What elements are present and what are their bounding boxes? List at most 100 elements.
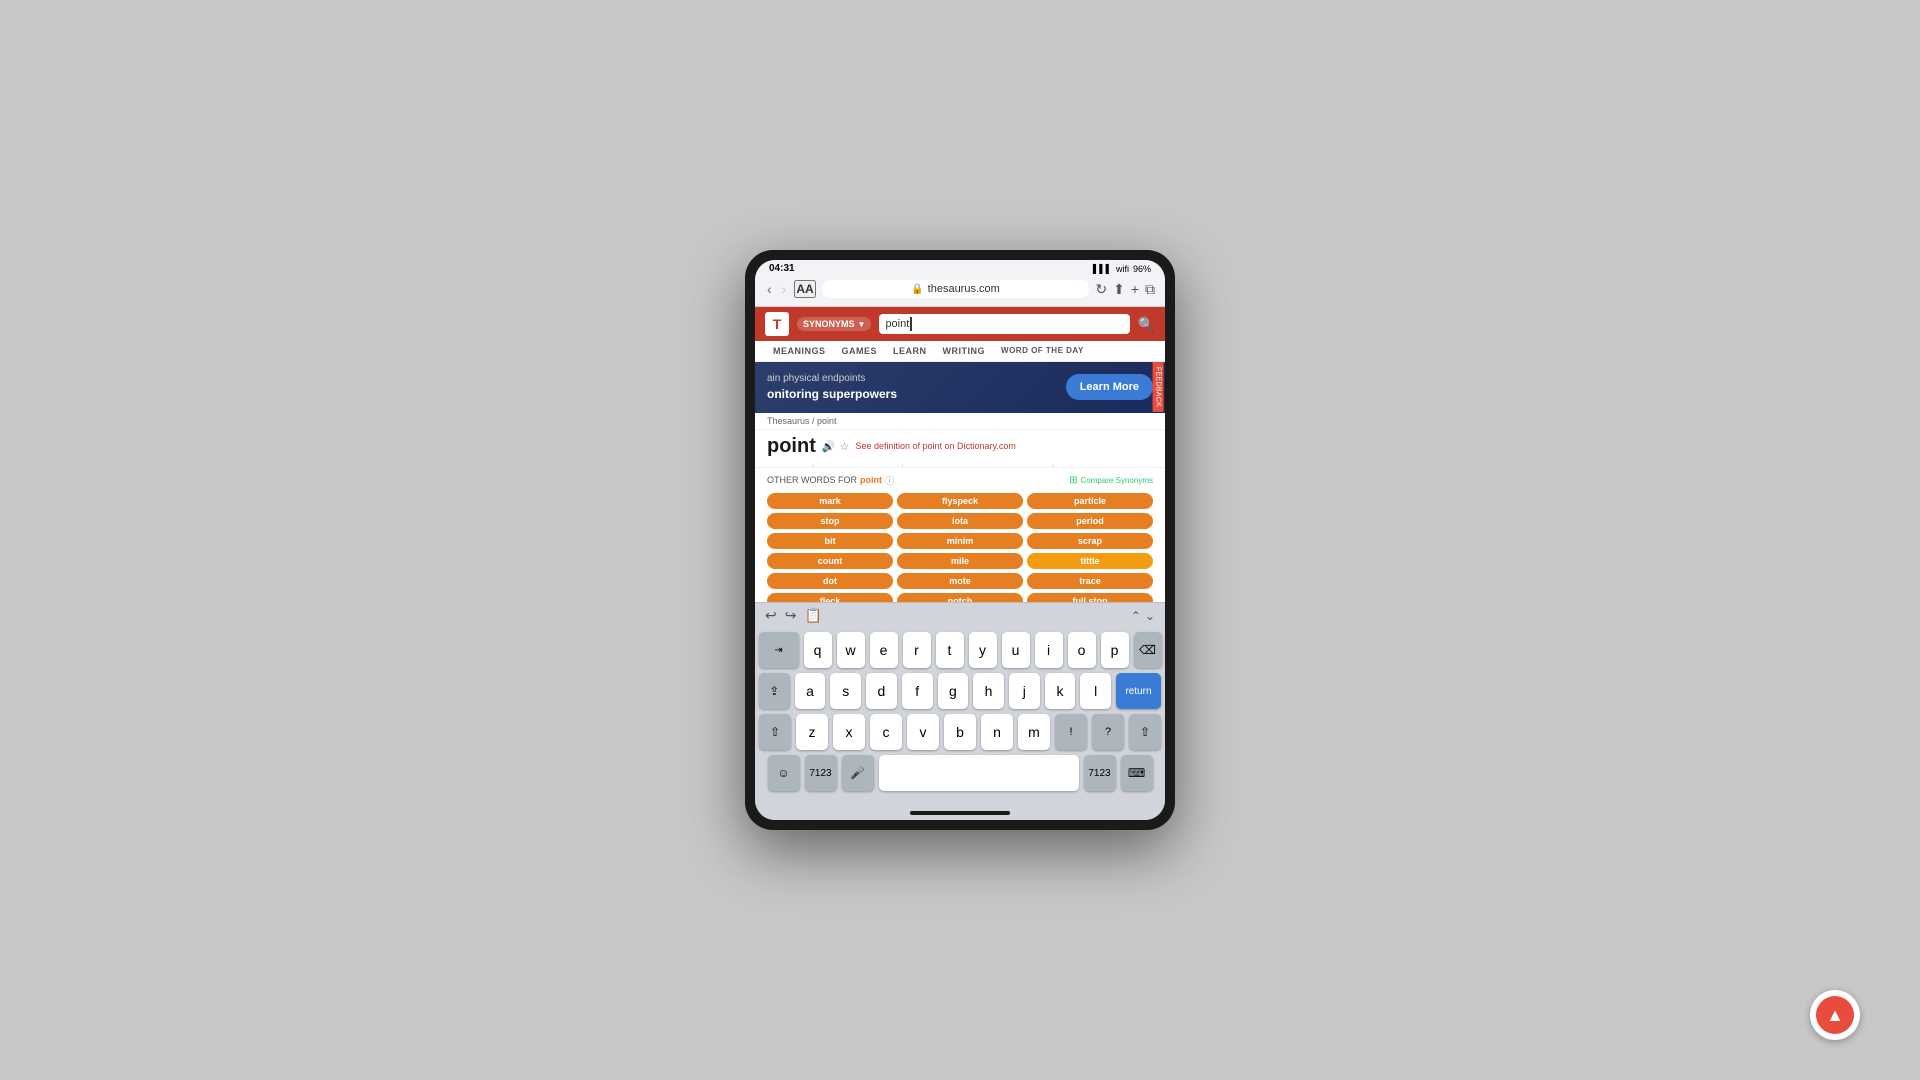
return-key[interactable]: return	[1116, 673, 1161, 709]
synonyms-dropdown[interactable]: SYNONYMS ▼	[797, 317, 871, 331]
word-tag-fleck[interactable]: fleck	[767, 593, 893, 602]
aa-button[interactable]: AA	[794, 280, 815, 298]
signal-icon: ▌▌▌	[1093, 264, 1112, 274]
forward-button[interactable]: ›	[780, 281, 789, 297]
key-z[interactable]: z	[796, 714, 828, 750]
keyboard-expand-button[interactable]: ⌄	[1145, 609, 1155, 623]
speaker-icon[interactable]: 🔊	[822, 440, 836, 453]
keyboard-hide-key[interactable]: ⌨	[1121, 755, 1153, 791]
search-bar[interactable]: point	[879, 314, 1129, 334]
dictionary-link[interactable]: See definition of point on Dictionary.co…	[855, 441, 1015, 451]
space-key[interactable]	[879, 755, 1079, 791]
home-indicator[interactable]	[910, 811, 1010, 815]
key-x[interactable]: x	[833, 714, 865, 750]
banner-ad: ain physical endpoints onitoring superpo…	[755, 362, 1165, 413]
key-e[interactable]: e	[870, 632, 898, 668]
learn-more-button[interactable]: Learn More	[1066, 374, 1153, 400]
key-p[interactable]: p	[1101, 632, 1129, 668]
word-tag-scrap[interactable]: scrap	[1027, 533, 1153, 549]
key-o[interactable]: o	[1068, 632, 1096, 668]
key-a[interactable]: a	[795, 673, 826, 709]
tab-key[interactable]: ⇥	[759, 632, 799, 668]
compare-synonyms-button[interactable]: ⊞ Compare Synonyms	[1069, 475, 1153, 486]
toolbar-left: ↩ ↪ 📋	[765, 607, 822, 624]
key-t[interactable]: t	[936, 632, 964, 668]
nav-games[interactable]: GAMES	[834, 341, 886, 361]
key-i[interactable]: i	[1035, 632, 1063, 668]
word-icons: 🔊 ☆	[822, 440, 850, 453]
word-tag-mile[interactable]: mile	[897, 553, 1023, 569]
word-tag-mark[interactable]: mark	[767, 493, 893, 509]
back-button[interactable]: ‹	[765, 281, 774, 297]
word-tag-period[interactable]: period	[1027, 513, 1153, 529]
feedback-tab[interactable]: FEEDBACK	[1152, 362, 1163, 412]
compare-label: Compare Synonyms	[1081, 476, 1153, 485]
word-tag-minim[interactable]: minim	[897, 533, 1023, 549]
keyboard-collapse-button[interactable]: ⌃	[1131, 609, 1141, 623]
key-w[interactable]: w	[837, 632, 865, 668]
share-button[interactable]: ⬆	[1113, 281, 1125, 298]
key-l[interactable]: l	[1080, 673, 1111, 709]
key-b[interactable]: b	[944, 714, 976, 750]
nav-learn[interactable]: LEARN	[885, 341, 935, 361]
clipboard-button[interactable]: 📋	[804, 607, 821, 624]
words-header-left: OTHER WORDS FOR point ⓘ	[767, 474, 894, 487]
word-tag-iota[interactable]: iota	[897, 513, 1023, 529]
undo-button[interactable]: ↩	[765, 607, 777, 624]
key-m[interactable]: m	[1018, 714, 1050, 750]
wifi-icon: wifi	[1116, 264, 1129, 274]
nav-meanings[interactable]: MEANINGS	[765, 341, 834, 361]
key-f[interactable]: f	[902, 673, 933, 709]
num-key-left[interactable]: 7123	[805, 755, 837, 791]
key-n[interactable]: n	[981, 714, 1013, 750]
key-g[interactable]: g	[938, 673, 969, 709]
word-tag-tittle[interactable]: tittle	[1027, 553, 1153, 569]
word-tag-flyspeck[interactable]: flyspeck	[897, 493, 1023, 509]
word-tag-stop[interactable]: stop	[767, 513, 893, 529]
thesaurus-logo: T	[765, 312, 789, 336]
search-button[interactable]: 🔍	[1138, 316, 1155, 333]
key-s[interactable]: s	[830, 673, 861, 709]
word-tag-dot[interactable]: dot	[767, 573, 893, 589]
word-tag-full-stop[interactable]: full stop	[1027, 593, 1153, 602]
key-j[interactable]: j	[1009, 673, 1040, 709]
nav-word-of-day[interactable]: WORD OF THE DAY	[993, 341, 1092, 361]
exclamation-key[interactable]: !	[1055, 714, 1087, 750]
key-r[interactable]: r	[903, 632, 931, 668]
star-icon[interactable]: ☆	[840, 440, 850, 453]
word-tag-trace[interactable]: trace	[1027, 573, 1153, 589]
key-q[interactable]: q	[804, 632, 832, 668]
word-tag-mote[interactable]: mote	[897, 573, 1023, 589]
toolbar-right: ⌃ ⌄	[1131, 609, 1155, 623]
tablet-device: 04:31 ▌▌▌ wifi 96% ‹ › AA 🔒 thesaurus.co…	[745, 250, 1175, 830]
question-key[interactable]: ?	[1092, 714, 1124, 750]
key-y[interactable]: y	[969, 632, 997, 668]
url-bar[interactable]: 🔒 thesaurus.com	[822, 280, 1090, 298]
emoji-key[interactable]: ☺	[768, 755, 800, 791]
key-k[interactable]: k	[1045, 673, 1076, 709]
backspace-key[interactable]: ⌫	[1134, 632, 1162, 668]
key-d[interactable]: d	[866, 673, 897, 709]
word-heading: point 🔊 ☆ See definition of point on Dic…	[755, 430, 1165, 461]
num-key-right[interactable]: 7123	[1084, 755, 1116, 791]
add-tab-button[interactable]: +	[1131, 281, 1139, 297]
shift-key-left[interactable]: ⇧	[759, 714, 791, 750]
key-h[interactable]: h	[973, 673, 1004, 709]
refresh-button[interactable]: ↻	[1095, 281, 1107, 298]
key-v[interactable]: v	[907, 714, 939, 750]
word-tag-count[interactable]: count	[767, 553, 893, 569]
word-tag-notch[interactable]: notch	[897, 593, 1023, 602]
synonyms-label: SYNONYMS	[803, 319, 855, 329]
caps-lock-key[interactable]: ⇪	[759, 673, 790, 709]
mic-key[interactable]: 🎤	[842, 755, 874, 791]
key-c[interactable]: c	[870, 714, 902, 750]
word-tag-particle[interactable]: particle	[1027, 493, 1153, 509]
shift-key-right[interactable]: ⇧	[1129, 714, 1161, 750]
info-icon[interactable]: ⓘ	[885, 474, 894, 487]
nav-writing[interactable]: WRITING	[935, 341, 994, 361]
redo-button[interactable]: ↪	[785, 607, 797, 624]
tabs-button[interactable]: ⧉	[1145, 281, 1155, 298]
word-tag-bit[interactable]: bit	[767, 533, 893, 549]
key-u[interactable]: u	[1002, 632, 1030, 668]
watermark-button[interactable]: ▲	[1810, 990, 1860, 1040]
